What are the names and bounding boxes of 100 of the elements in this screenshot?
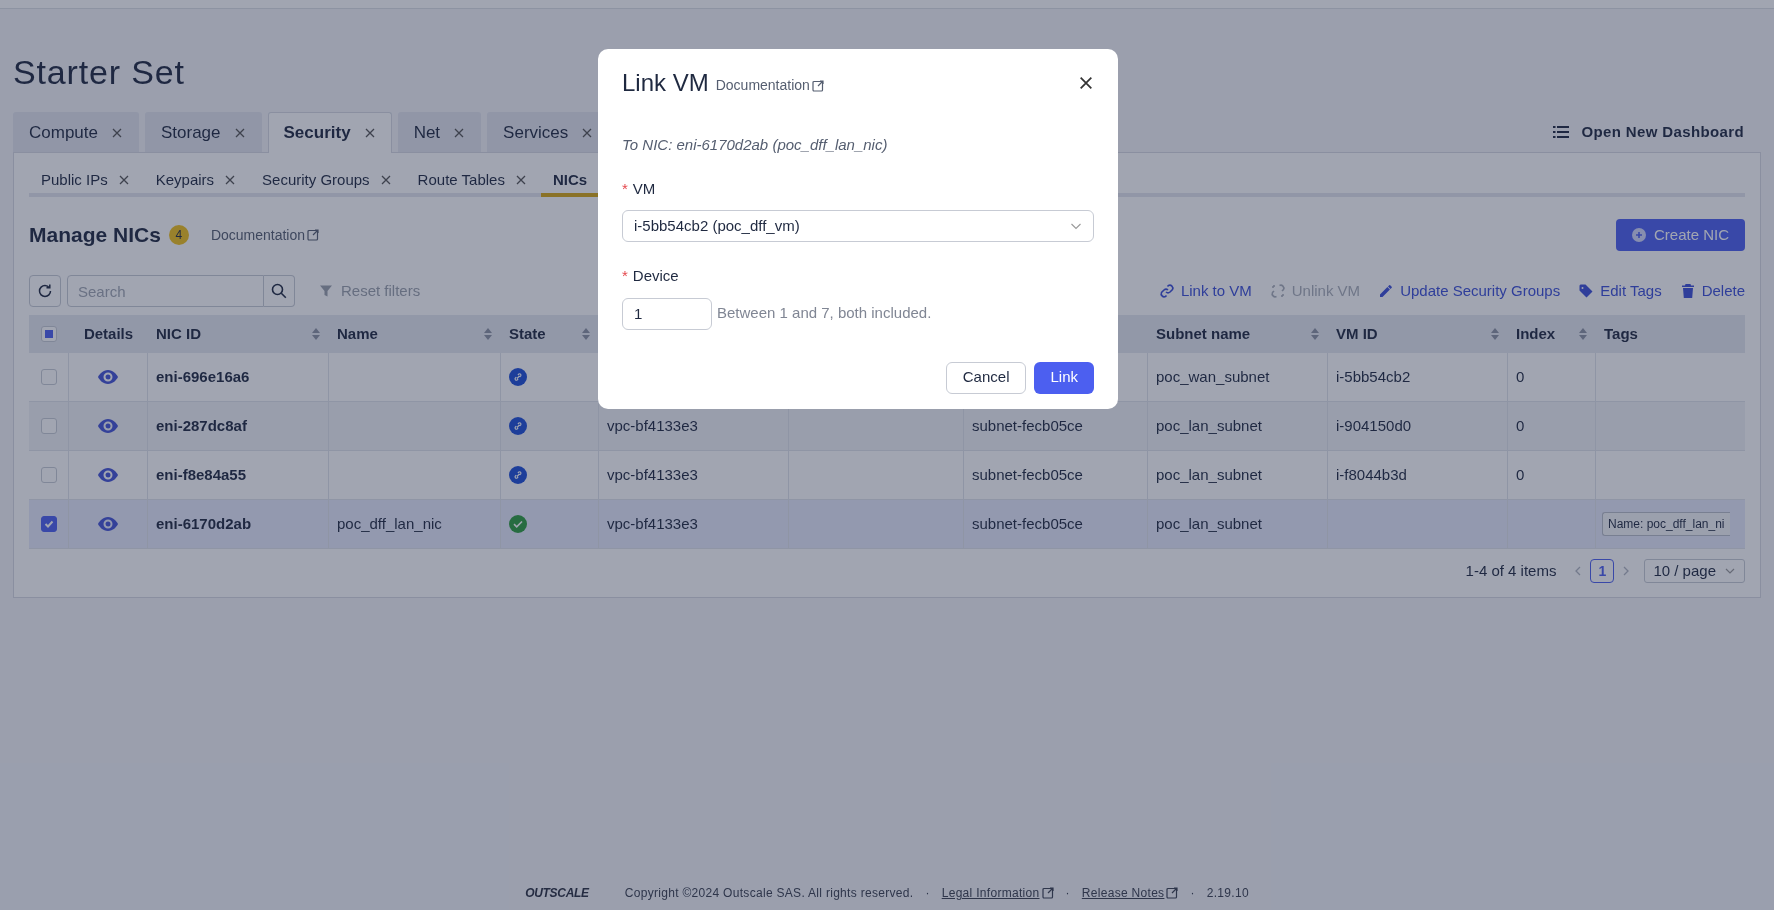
refresh-icon: [37, 283, 53, 299]
filter-icon: [319, 284, 333, 298]
vm-select[interactable]: i-5bb54cb2 (poc_dff_vm): [622, 210, 1094, 242]
checkbox[interactable]: [40, 516, 57, 532]
table-cell-text: subnet-fecb05ce: [972, 464, 1083, 485]
table-cell-text: subnet-fecb05ce: [972, 415, 1083, 436]
documentation-link[interactable]: Documentation: [715, 75, 824, 96]
table-cell-text: i-904150d0: [1336, 415, 1412, 436]
table-cell-text: eni-f8e84a55: [156, 464, 247, 485]
table-row[interactable]: eni-6170d2ab poc_dff_lan_nic vpc-bf4133e3 subnet-fecb05ce poc_lan_subnet Name: poc_dff_lan_ni: [29, 500, 1745, 549]
table-cell-text: poc_lan_subnet: [1156, 513, 1262, 534]
toolbar-action[interactable]: Update Security Groups: [1378, 279, 1561, 303]
separator-dot: ·: [925, 885, 930, 902]
table-cell-text: eni-6170d2ab: [156, 513, 252, 534]
table-cell-text: eni-696e16a6: [156, 366, 250, 387]
tab[interactable]: Storage: [145, 112, 262, 152]
external-link-icon: [307, 229, 320, 241]
count-badge: 4: [168, 225, 189, 245]
subtab[interactable]: Route Tables: [405, 167, 539, 197]
tag-icon: [1578, 283, 1595, 299]
partial-mark-icon: [45, 330, 53, 338]
tab[interactable]: Compute: [13, 112, 139, 152]
field-hint: Between 1 and 7, both included.: [717, 303, 932, 324]
open-dashboard-button[interactable]: Open New Dashboard: [1581, 120, 1744, 143]
required-mark: *: [622, 266, 628, 286]
tab[interactable]: Security: [267, 112, 392, 153]
table-cell-text: 0: [1516, 415, 1525, 436]
eye-icon[interactable]: [98, 370, 118, 384]
sort-icon[interactable]: [311, 327, 321, 341]
subtab[interactable]: Keypairs: [143, 167, 249, 197]
column-header: Tags: [1604, 323, 1638, 344]
eye-icon[interactable]: [98, 517, 118, 531]
page-size-select[interactable]: 10 / page: [1644, 559, 1745, 583]
field-label: Device: [632, 266, 679, 286]
page-button[interactable]: 1: [1590, 559, 1615, 583]
subtab[interactable]: Security Groups: [250, 167, 404, 197]
external-link-icon: [1041, 887, 1054, 899]
refresh-button[interactable]: [29, 275, 61, 307]
page-title: Starter Set: [13, 52, 185, 93]
link-button[interactable]: Link: [1034, 361, 1094, 394]
footer-link[interactable]: Release Notes: [1081, 884, 1179, 902]
checkbox[interactable]: [40, 369, 57, 385]
toolbar-action[interactable]: Edit Tags: [1578, 279, 1662, 303]
column-header: VM ID: [1336, 323, 1378, 344]
device-input[interactable]: 1: [622, 297, 712, 330]
table-cell-text: poc_lan_subnet: [1156, 415, 1262, 436]
table-cell-text: vpc-bf4133e3: [607, 513, 698, 534]
copyright-text: Copyright ©2024 Outscale SAS. All rights reserved.: [624, 885, 914, 902]
pencil-icon: [1378, 283, 1395, 299]
toolbar-action[interactable]: Delete: [1679, 279, 1745, 303]
create-nic-button[interactable]: Create NIC: [1615, 219, 1745, 251]
checkbox[interactable]: [40, 418, 57, 434]
table-cell-text: i-5bb54cb2: [1336, 366, 1411, 387]
eye-icon[interactable]: [98, 468, 118, 482]
column-header: Name: [337, 323, 378, 344]
toolbar-action[interactable]: Link to VM: [1158, 279, 1252, 303]
eye-icon[interactable]: [98, 419, 118, 433]
table-row[interactable]: eni-287dc8af vpc-bf4133e3 subnet-fecb05ce poc_lan_subnet i-904150d0 0: [29, 402, 1745, 451]
checkmark-icon: [42, 518, 55, 530]
tab[interactable]: Net: [397, 112, 482, 152]
cancel-button[interactable]: Cancel: [945, 361, 1027, 394]
documentation-link[interactable]: Documentation: [210, 224, 320, 246]
sort-icon[interactable]: [1310, 327, 1320, 341]
sort-icon[interactable]: [483, 327, 493, 341]
broken-link-icon: [1269, 283, 1286, 299]
table-row[interactable]: eni-f8e84a55 vpc-bf4133e3 subnet-fecb05ce poc_lan_subnet i-f8044b3d 0: [29, 451, 1745, 500]
column-header: NIC ID: [156, 323, 201, 344]
checkbox[interactable]: [41, 326, 57, 342]
required-mark: *: [622, 178, 628, 199]
tag-chip: Name: poc_dff_lan_ni: [1602, 512, 1730, 536]
checkbox[interactable]: [40, 467, 57, 483]
column-header: Subnet name: [1156, 323, 1251, 344]
list-icon: [1553, 123, 1570, 140]
search-icon: [271, 283, 287, 299]
sort-icon[interactable]: [581, 327, 591, 341]
table-cell-text: 0: [1516, 366, 1525, 387]
close-icon[interactable]: [1078, 75, 1094, 91]
separator-dot: ·: [1065, 885, 1070, 902]
table-cell-text: eni-287dc8af: [156, 415, 247, 436]
pagination-summary: 1-4 of 4 items: [1465, 560, 1557, 581]
column-header: Index: [1516, 323, 1556, 344]
sort-icon[interactable]: [1578, 327, 1588, 341]
field-label: VM: [632, 178, 656, 199]
trash-icon: [1679, 283, 1696, 299]
separator-dot: ·: [1190, 885, 1195, 902]
search-button[interactable]: [264, 275, 295, 307]
table-cell-text: subnet-fecb05ce: [972, 513, 1083, 534]
section-title: Manage NICs: [29, 222, 161, 249]
table-cell-text: i-f8044b3d: [1336, 464, 1407, 485]
footer-link[interactable]: Legal Information: [941, 884, 1054, 902]
target-nic-text: To NIC: eni-6170d2ab (poc_dff_lan_nic): [622, 135, 889, 155]
plus-circle-icon: [1631, 228, 1646, 242]
table-cell-text: vpc-bf4133e3: [607, 415, 698, 436]
subtab[interactable]: Public IPs: [29, 167, 142, 197]
sort-icon[interactable]: [1490, 327, 1500, 341]
version-text: 2.19.10: [1206, 885, 1249, 902]
link-icon: [1158, 283, 1175, 299]
table-cell-text: poc_lan_subnet: [1156, 464, 1262, 485]
table-cell-text: poc_dff_lan_nic: [337, 513, 442, 534]
column-header: State: [509, 323, 546, 344]
